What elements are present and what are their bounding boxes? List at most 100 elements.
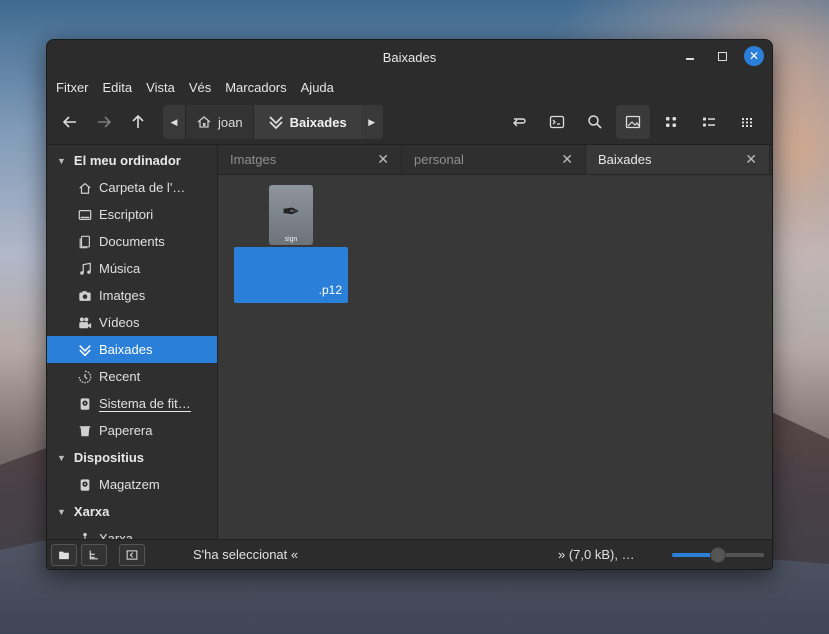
menu-fitxer[interactable]: Fitxer — [51, 80, 94, 95]
sidebar-item-trash[interactable]: Paperera — [47, 417, 217, 444]
image-view-icon — [625, 115, 641, 129]
path-segment-label: joan — [218, 114, 243, 130]
sidebar-section-network[interactable]: ▼ Xarxa — [47, 498, 217, 525]
menu-ves[interactable]: Vés — [184, 80, 216, 95]
compact-view-button[interactable] — [730, 105, 764, 139]
content-area: ▼ El meu ordinador Carpeta de l'… Escrip… — [47, 144, 772, 539]
maximize-button[interactable] — [712, 46, 732, 66]
drive-icon — [77, 477, 93, 493]
file-name: .p12 — [318, 283, 342, 297]
toggle-sidebar-button[interactable] — [119, 543, 145, 566]
sidebar-item-label: Baixades — [99, 342, 153, 357]
zoom-slider[interactable] — [672, 547, 764, 563]
drive-icon — [77, 396, 93, 412]
path-segment-label: Baixades — [289, 114, 347, 130]
close-tab-icon[interactable]: ✕ — [377, 151, 389, 168]
tab-label: Baixades — [598, 152, 652, 167]
menu-ajuda[interactable]: Ajuda — [296, 80, 339, 95]
sidebar-item-videos[interactable]: Vídeos — [47, 309, 217, 336]
sidebar-item-desktop[interactable]: Escriptori — [47, 201, 217, 228]
file-item[interactable]: ✒ sign .p12 — [234, 185, 348, 303]
back-button[interactable] — [53, 105, 87, 139]
sidebar-section-title: Dispositius — [73, 450, 144, 465]
icon-view-button[interactable] — [616, 105, 650, 139]
up-button[interactable] — [121, 105, 155, 139]
sidebar: ▼ El meu ordinador Carpeta de l'… Escrip… — [47, 145, 218, 539]
collapse-triangle-icon: ▼ — [57, 452, 66, 463]
sidebar-section-computer[interactable]: ▼ El meu ordinador — [47, 147, 217, 174]
list-view-button[interactable] — [692, 105, 726, 139]
sidebar-section-title: Xarxa — [73, 504, 110, 519]
folder-icon — [59, 551, 69, 559]
forward-button[interactable] — [87, 105, 121, 139]
sidebar-item-network[interactable]: Xarxa — [47, 525, 217, 539]
tree-icon — [89, 550, 98, 559]
file-grid: ✒ sign .p12 — [234, 185, 348, 303]
terminal-button[interactable] — [540, 105, 574, 139]
show-treeview-button[interactable] — [81, 543, 107, 566]
sidebar-item-downloads[interactable]: Baixades — [47, 336, 217, 363]
home-icon — [77, 180, 93, 196]
download-icon — [77, 342, 93, 358]
collapse-triangle-icon: ▼ — [57, 155, 66, 166]
trash-icon — [77, 423, 93, 439]
search-button[interactable] — [578, 105, 612, 139]
pen-nib-icon: ✒ — [281, 199, 301, 224]
grid-icon — [666, 117, 676, 127]
sidebar-item-filesystem[interactable]: Sistema de fit… — [47, 390, 217, 417]
tab-imatges[interactable]: Imatges ✕ — [218, 145, 402, 174]
tab-label: personal — [414, 152, 464, 167]
window-controls: ✕ — [680, 46, 764, 66]
file-icon-tag: sign — [284, 236, 298, 243]
menu-marcadors[interactable]: Marcadors — [220, 80, 291, 95]
close-button[interactable]: ✕ — [744, 46, 764, 66]
sidebar-item-home[interactable]: Carpeta de l'… — [47, 174, 217, 201]
sidebar-item-storage[interactable]: Magatzem — [47, 471, 217, 498]
path-scroll-left-button[interactable]: ◀ — [163, 105, 185, 139]
sidebar-item-label: Música — [99, 261, 141, 276]
sidebar-item-documents[interactable]: Documents — [47, 228, 217, 255]
arrow-up-icon — [132, 114, 144, 128]
sidebar-item-label: Imatges — [99, 288, 146, 303]
minimize-button[interactable] — [680, 46, 700, 66]
sidebar-item-label: Sistema de fit… — [99, 395, 191, 412]
toolbar-right-group — [502, 105, 764, 139]
zoom-slider-handle[interactable] — [710, 547, 726, 563]
terminal-icon — [549, 115, 565, 129]
path-segment-home[interactable]: joan — [185, 105, 253, 139]
recent-clock-icon — [77, 369, 93, 385]
download-icon — [268, 116, 283, 130]
sidebar-section-devices[interactable]: ▼ Dispositius — [47, 444, 217, 471]
sidebar-section-title: El meu ordinador — [73, 153, 181, 168]
file-view[interactable]: Imatges ✕ personal ✕ Baixades ✕ ✒ sign .… — [218, 145, 772, 539]
close-tab-icon[interactable]: ✕ — [745, 151, 757, 168]
grid-view-button[interactable] — [654, 105, 688, 139]
desktop-icon — [77, 207, 93, 223]
menu-edita[interactable]: Edita — [98, 80, 138, 95]
sidebar-item-label: Escriptori — [99, 207, 154, 222]
search-icon — [588, 115, 602, 129]
arrow-left-icon — [62, 116, 76, 128]
tab-personal[interactable]: personal ✕ — [402, 145, 586, 174]
sidebar-item-label: Recent — [99, 369, 141, 384]
menu-vista[interactable]: Vista — [141, 80, 180, 95]
documents-icon — [77, 234, 93, 250]
sidebar-item-music[interactable]: Música — [47, 255, 217, 282]
status-text-left: S'ha seleccionat « — [193, 547, 299, 562]
close-tab-icon[interactable]: ✕ — [561, 151, 573, 168]
network-icon — [77, 531, 93, 539]
collapse-triangle-icon: ▼ — [57, 506, 66, 517]
status-text-right: » (7,0 kB), … — [558, 547, 635, 562]
music-icon — [77, 261, 93, 277]
path-scroll-right-button[interactable]: ▶ — [360, 105, 383, 139]
tab-baixades[interactable]: Baixades ✕ — [586, 145, 770, 174]
sidebar-item-recent[interactable]: Recent — [47, 363, 217, 390]
path-segment-current[interactable]: Baixades — [252, 105, 361, 139]
location-toggle-icon — [513, 118, 526, 127]
show-places-button[interactable] — [51, 543, 77, 566]
sidebar-item-pictures[interactable]: Imatges — [47, 282, 217, 309]
file-manager-window: Baixades ✕ Fitxer Edita Vista Vés Marcad… — [46, 39, 773, 570]
title-bar[interactable]: Baixades ✕ — [47, 40, 772, 74]
toggle-location-button[interactable] — [502, 105, 536, 139]
tab-label: Imatges — [230, 152, 277, 167]
